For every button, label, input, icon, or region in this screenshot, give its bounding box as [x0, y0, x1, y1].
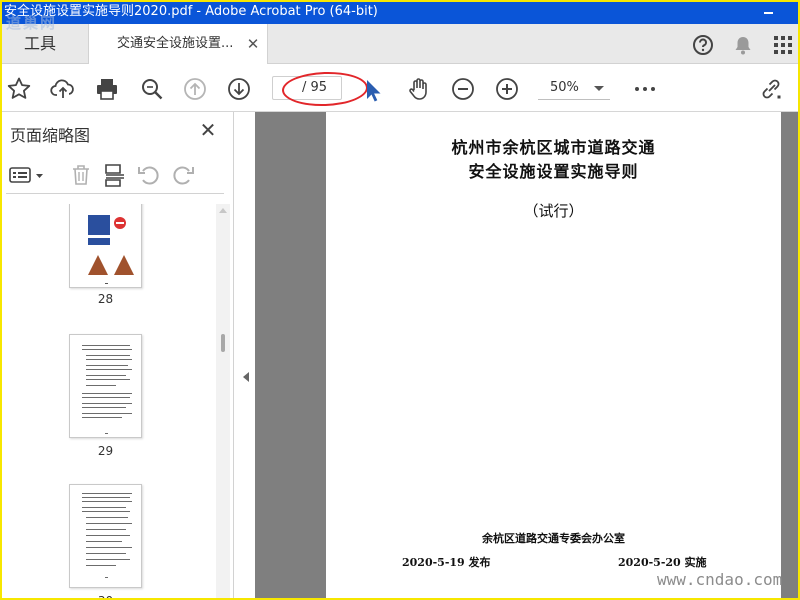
- panel-title: 页面缩略图: [10, 126, 91, 145]
- thumbnail-list: 28 29: [2, 204, 217, 598]
- collapse-panel-icon[interactable]: [243, 372, 249, 382]
- search-icon[interactable]: [139, 76, 165, 102]
- minimize-button[interactable]: [760, 4, 776, 20]
- zoom-value: 50%: [550, 80, 579, 95]
- watermark-url: www.cndao.com: [657, 570, 783, 589]
- extract-pages-icon[interactable]: [102, 162, 128, 188]
- doc-title-line1: 杭州市余杭区城市道路交通: [451, 138, 656, 157]
- rotate-left-icon[interactable]: [136, 162, 162, 188]
- chevron-down-icon: [594, 86, 604, 91]
- document-view[interactable]: 杭州市余杭区城市道路交通 安全设施设置实施导则 （试行） 余杭区道路交通专委会办…: [255, 112, 798, 598]
- trash-icon[interactable]: [68, 162, 94, 188]
- doc-title-line2: 安全设施设置实施导则: [468, 162, 639, 181]
- tab-document-label: 交通安全设施设置...: [117, 36, 234, 51]
- app-window: 安全设施设置实施导则2020.pdf - Adobe Acrobat Pro (…: [2, 2, 798, 598]
- main-toolbar: / 95 50%: [2, 64, 798, 112]
- close-tab-icon[interactable]: ✕: [245, 24, 261, 64]
- scroll-up-icon[interactable]: [219, 208, 227, 213]
- title-bar: 安全设施设置实施导则2020.pdf - Adobe Acrobat Pro (…: [2, 2, 798, 24]
- document-page: 杭州市余杭区城市道路交通 安全设施设置实施导则 （试行） 余杭区道路交通专委会办…: [326, 112, 781, 598]
- doc-issued-date: 2020-5-19 发布: [402, 556, 491, 569]
- select-cursor-icon[interactable]: [364, 78, 382, 104]
- star-icon[interactable]: [6, 76, 32, 102]
- tab-bar: 工具 交通安全设施设置... ✕: [2, 24, 798, 65]
- doc-effective-date: 2020-5-20 实施: [618, 556, 707, 569]
- page-thumbnail-30[interactable]: [69, 484, 142, 588]
- apps-grid-icon[interactable]: [772, 34, 794, 56]
- zoom-out-icon[interactable]: [450, 76, 476, 102]
- options-menu-icon[interactable]: [8, 162, 46, 188]
- doc-subtitle: （试行）: [523, 202, 584, 220]
- page-thumbnail-28[interactable]: [69, 204, 142, 288]
- bell-icon[interactable]: [732, 34, 754, 56]
- zoom-in-icon[interactable]: [494, 76, 520, 102]
- thumbnails-panel: 页面缩略图 ✕ 28 29: [2, 112, 234, 598]
- panel-splitter[interactable]: [235, 112, 255, 598]
- doc-issuer: 余杭区道路交通专委会办公室: [482, 532, 625, 545]
- window-title: 安全设施设置实施导则2020.pdf - Adobe Acrobat Pro (…: [4, 4, 378, 19]
- zoom-dropdown[interactable]: 50%: [538, 76, 610, 100]
- more-icon[interactable]: [632, 76, 658, 102]
- thumbnail-scrollbar[interactable]: [216, 204, 230, 598]
- thumbnail-label-30: 30: [69, 594, 142, 598]
- upload-icon[interactable]: [50, 76, 76, 102]
- close-panel-icon[interactable]: ✕: [198, 120, 218, 140]
- help-icon[interactable]: [692, 34, 714, 56]
- print-icon[interactable]: [94, 76, 120, 102]
- thumbnail-label-28: 28: [97, 292, 114, 306]
- link-icon[interactable]: [758, 76, 784, 102]
- thumbnail-label-29: 29: [97, 444, 114, 458]
- page-up-icon[interactable]: [182, 76, 208, 102]
- hand-icon[interactable]: [406, 76, 432, 102]
- rotate-right-icon[interactable]: [170, 162, 196, 188]
- panel-toolbar: [6, 158, 224, 194]
- page-down-icon[interactable]: [226, 76, 252, 102]
- tab-tools[interactable]: 工具: [2, 24, 86, 64]
- scroll-thumb[interactable]: [221, 334, 225, 352]
- page-thumbnail-29[interactable]: [69, 334, 142, 438]
- tab-document[interactable]: 交通安全设施设置... ✕: [88, 24, 268, 65]
